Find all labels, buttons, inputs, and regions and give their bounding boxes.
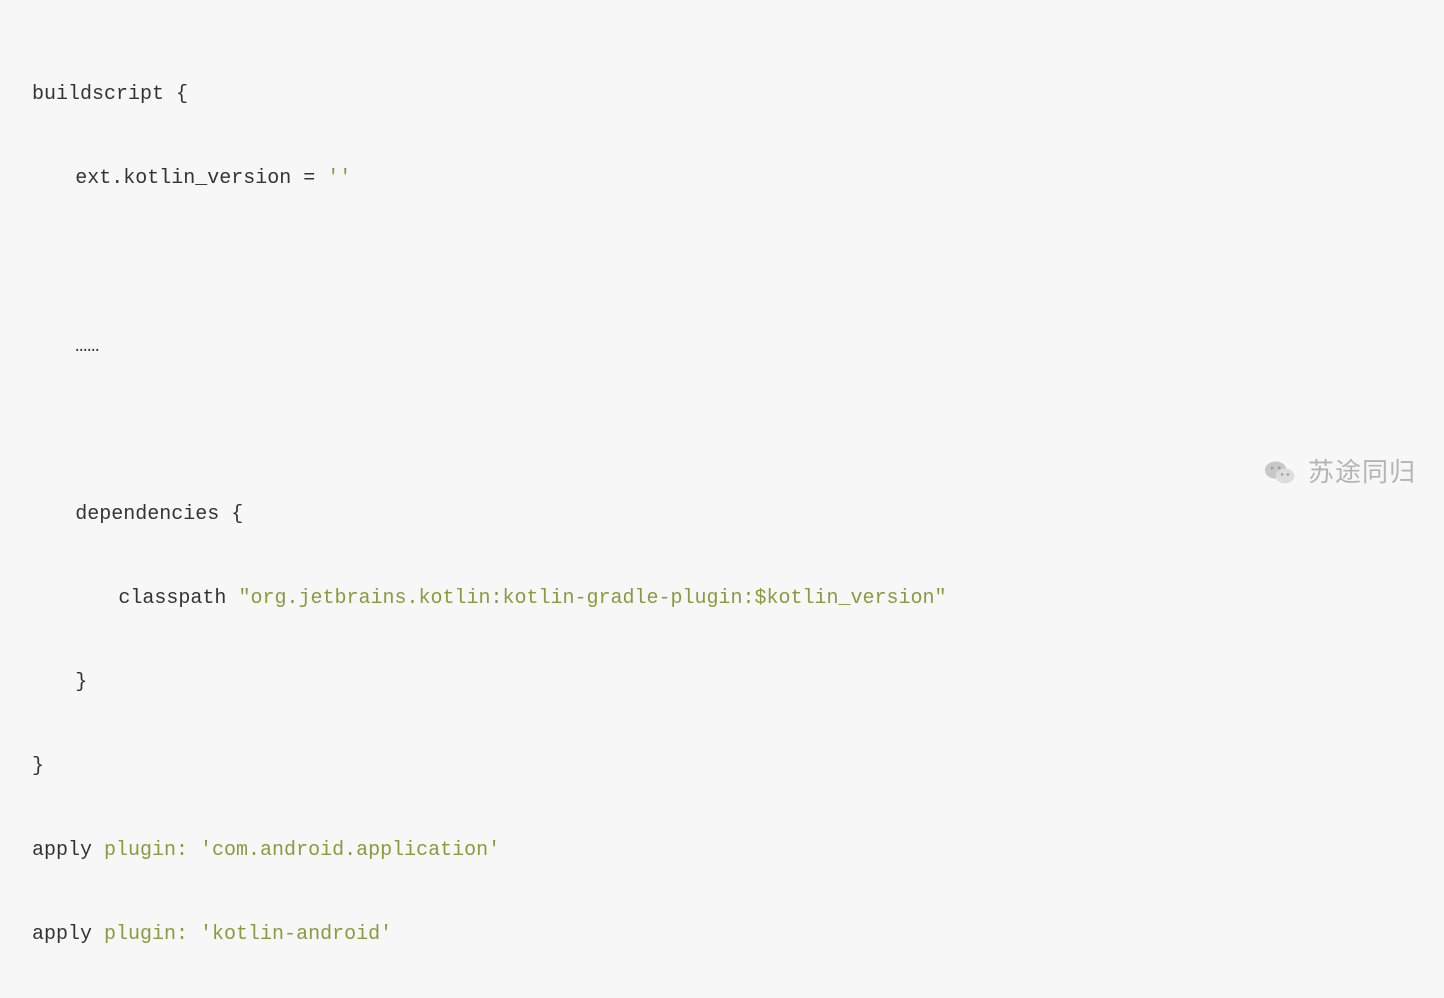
watermark: 苏途同归	[1262, 445, 1416, 500]
code-attr: plugin:	[104, 923, 188, 946]
code-string: "org.jetbrains.kotlin:kotlin-gradle-plug…	[238, 587, 946, 610]
code-line: ……	[32, 326, 1444, 368]
code-line: apply plugin: 'kotlin-android'	[32, 914, 1444, 956]
code-attr: plugin:	[104, 839, 188, 862]
code-token: }	[75, 671, 87, 694]
wechat-icon	[1262, 455, 1298, 491]
code-token: ext.kotlin_version =	[75, 167, 327, 190]
code-line: apply plugin: 'com.android.application'	[32, 830, 1444, 872]
code-token: apply	[32, 923, 104, 946]
code-string: 'com.android.application'	[200, 839, 500, 862]
code-token	[188, 839, 200, 862]
code-token: buildscript {	[32, 83, 188, 106]
code-token: classpath	[118, 587, 238, 610]
code-token	[188, 923, 200, 946]
code-line: classpath "org.jetbrains.kotlin:kotlin-g…	[32, 578, 1444, 620]
code-token: dependencies {	[75, 503, 243, 526]
code-token: apply	[32, 839, 104, 862]
code-string: 'kotlin-android'	[200, 923, 392, 946]
code-line: dependencies {	[32, 494, 1444, 536]
code-block: buildscript { ext.kotlin_version = '' ………	[32, 32, 1444, 998]
code-line-blank	[32, 242, 1444, 284]
code-token: }	[32, 755, 44, 778]
code-ellipsis: ……	[75, 335, 99, 358]
code-line: }	[32, 746, 1444, 788]
code-line: ext.kotlin_version = ''	[32, 158, 1444, 200]
watermark-text: 苏途同归	[1308, 445, 1416, 500]
code-string: ''	[327, 167, 351, 190]
code-line: }	[32, 662, 1444, 704]
code-line-blank	[32, 410, 1444, 452]
code-line: buildscript {	[32, 74, 1444, 116]
